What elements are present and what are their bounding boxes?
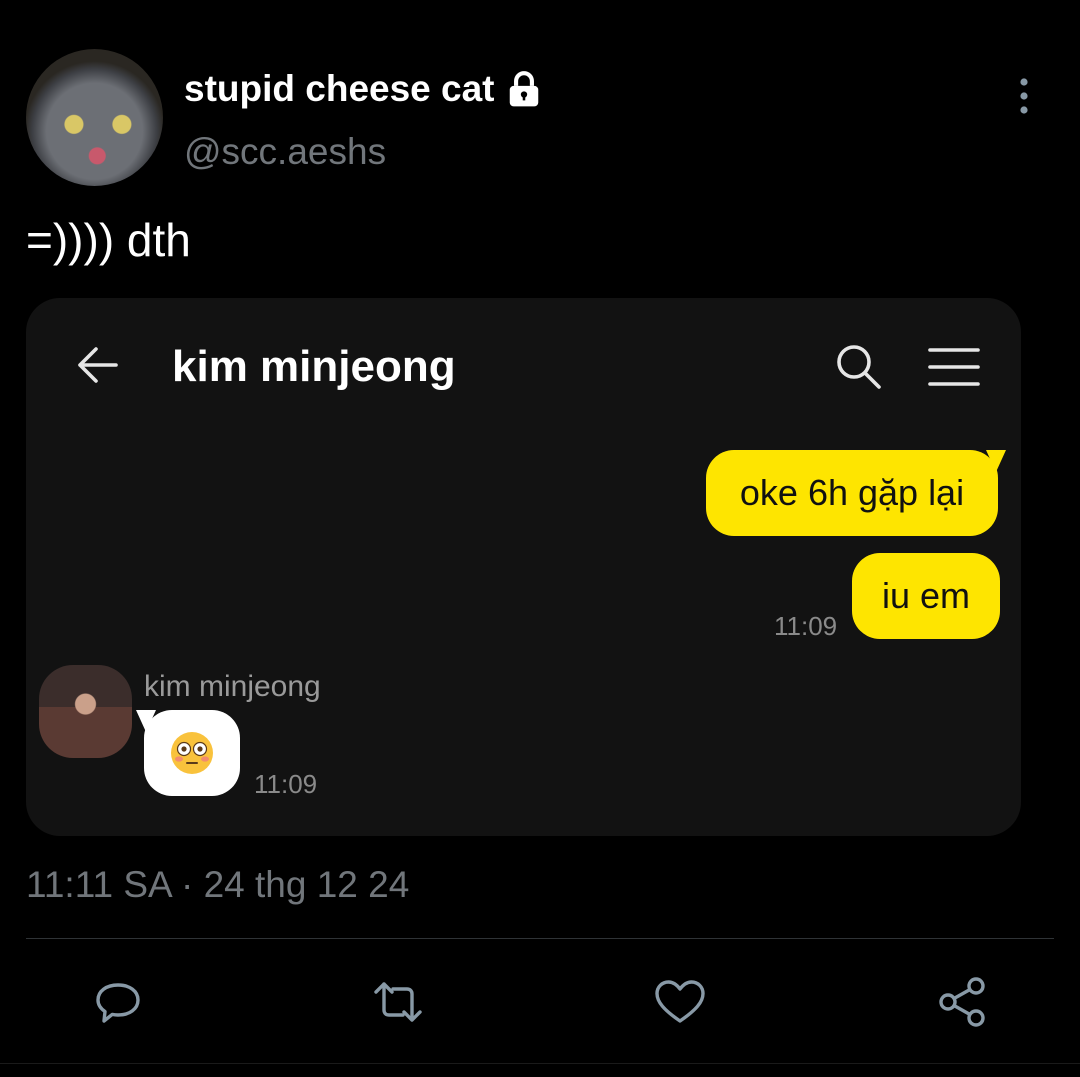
menu-icon — [928, 346, 980, 388]
divider — [26, 938, 1054, 939]
message-time: 11:09 — [774, 611, 838, 641]
lock-icon — [505, 70, 543, 108]
received-message — [144, 710, 240, 796]
like-icon[interactable] — [652, 974, 708, 1030]
message-text: iu em — [881, 575, 971, 616]
avatar[interactable] — [26, 49, 163, 186]
message-text: oke 6h gặp lại — [739, 472, 965, 513]
more-vertical-icon[interactable] — [1012, 76, 1036, 116]
display-name[interactable]: stupid cheese cat — [184, 68, 543, 110]
tweet-text: =)))) dth — [26, 214, 191, 266]
user-handle[interactable]: @scc.aeshs — [184, 131, 386, 173]
divider — [0, 1063, 1080, 1064]
search-icon — [834, 342, 882, 390]
retweet-icon[interactable] — [370, 974, 426, 1030]
sent-message: iu em — [852, 553, 1000, 639]
reply-icon[interactable] — [90, 974, 146, 1030]
flushed-emoji-icon — [171, 732, 213, 774]
display-name-text: stupid cheese cat — [184, 68, 495, 109]
share-icon[interactable] — [934, 974, 990, 1030]
attached-image[interactable]: kim minjeong oke 6h gặp lại iu em 11:09 … — [26, 298, 1021, 836]
friend-avatar — [39, 665, 132, 758]
message-time: 11:09 — [254, 769, 318, 799]
chat-title: kim minjeong — [172, 342, 456, 391]
sent-message: oke 6h gặp lại — [706, 450, 998, 536]
sender-name: kim minjeong — [144, 670, 321, 703]
back-arrow-icon — [76, 344, 118, 386]
tweet-timestamp[interactable]: 11:11 SA · 24 thg 12 24 — [26, 864, 409, 906]
